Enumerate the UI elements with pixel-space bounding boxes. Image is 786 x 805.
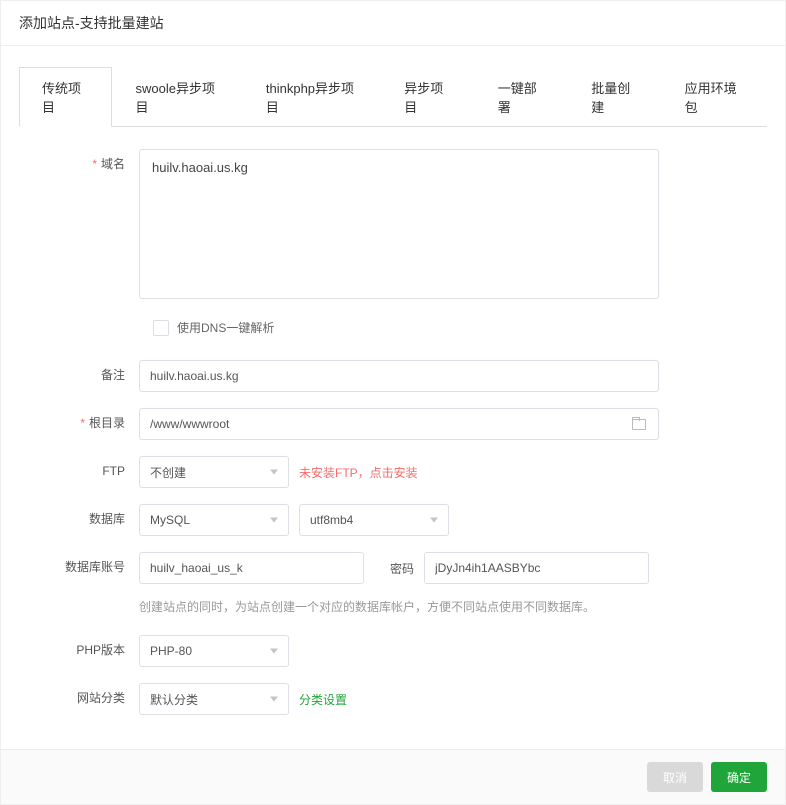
ftp-hint[interactable]: 未安装FTP，点击安装: [299, 464, 418, 481]
db-user-input[interactable]: [139, 552, 364, 584]
label-domain: *域名: [19, 149, 139, 179]
db-type-select[interactable]: MySQL: [139, 504, 289, 536]
tab-thinkphp[interactable]: thinkphp异步项目: [243, 67, 381, 127]
dialog-title: 添加站点-支持批量建站: [1, 1, 785, 46]
root-browse-button[interactable]: [619, 408, 659, 440]
row-remark: 备注: [19, 360, 767, 392]
dns-checkbox-label: 使用DNS一键解析: [177, 319, 274, 336]
tab-env[interactable]: 应用环境包: [662, 67, 767, 127]
tab-swoole[interactable]: swoole异步项目: [112, 67, 242, 127]
dialog-footer: 取消 确定: [1, 749, 785, 804]
tabs: 传统项目 swoole异步项目 thinkphp异步项目 异步项目 一键部署 批…: [19, 66, 767, 127]
tab-traditional[interactable]: 传统项目: [19, 67, 112, 127]
label-db-password: 密码: [364, 560, 424, 577]
label-db: 数据库: [19, 504, 139, 534]
folder-icon: [632, 419, 646, 430]
label-remark: 备注: [19, 360, 139, 390]
db-password-input[interactable]: [424, 552, 649, 584]
domain-textarea[interactable]: huilv.haoai.us.kg: [139, 149, 659, 299]
tab-batch[interactable]: 批量创建: [568, 67, 661, 127]
row-root: *根目录: [19, 408, 767, 440]
tab-async[interactable]: 异步项目: [381, 67, 474, 127]
dns-checkbox[interactable]: [153, 320, 169, 336]
add-site-dialog: 添加站点-支持批量建站 传统项目 swoole异步项目 thinkphp异步项目…: [0, 0, 786, 805]
row-db: 数据库 MySQL utf8mb4: [19, 504, 767, 536]
row-db-hint: 创建站点的同时，为站点创建一个对应的数据库帐户，方便不同站点使用不同数据库。: [19, 590, 767, 615]
label-category: 网站分类: [19, 683, 139, 713]
label-ftp: FTP: [19, 456, 139, 486]
remark-input[interactable]: [139, 360, 659, 392]
row-php: PHP版本 PHP-80: [19, 635, 767, 667]
row-category: 网站分类 默认分类 分类设置: [19, 683, 767, 715]
dialog-body: 传统项目 swoole异步项目 thinkphp异步项目 异步项目 一键部署 批…: [1, 46, 785, 749]
db-charset-select[interactable]: utf8mb4: [299, 504, 449, 536]
db-hint: 创建站点的同时，为站点创建一个对应的数据库帐户，方便不同站点使用不同数据库。: [139, 598, 595, 615]
category-select[interactable]: 默认分类: [139, 683, 289, 715]
root-input[interactable]: [139, 408, 619, 440]
row-ftp: FTP 不创建 未安装FTP，点击安装: [19, 456, 767, 488]
row-db-account: 数据库账号 密码: [19, 552, 767, 584]
ftp-select[interactable]: 不创建: [139, 456, 289, 488]
label-root: *根目录: [19, 408, 139, 438]
label-php: PHP版本: [19, 635, 139, 665]
label-db-account: 数据库账号: [19, 552, 139, 582]
php-select[interactable]: PHP-80: [139, 635, 289, 667]
tab-deploy[interactable]: 一键部署: [475, 67, 568, 127]
row-dns: 使用DNS一键解析: [19, 319, 767, 336]
row-domain: *域名 huilv.haoai.us.kg: [19, 149, 767, 299]
category-settings-link[interactable]: 分类设置: [299, 691, 347, 708]
